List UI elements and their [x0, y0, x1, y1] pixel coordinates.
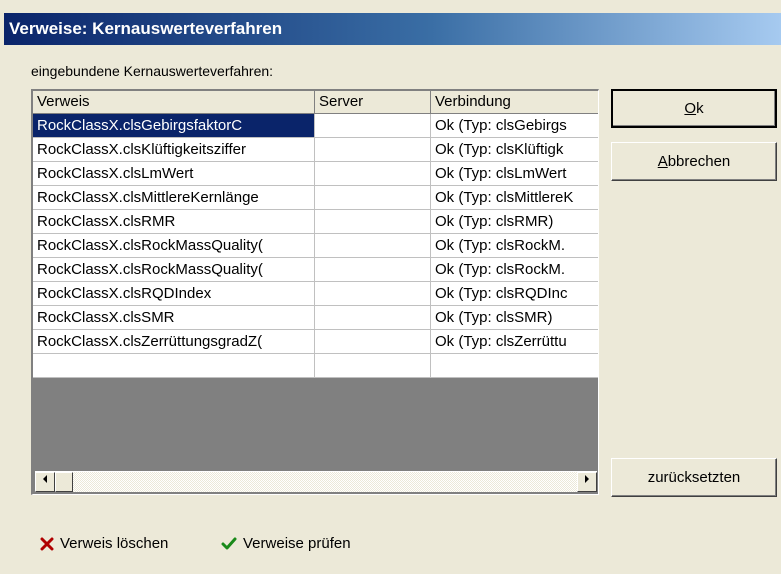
cell-verweis[interactable]: RockClassX.clsRQDIndex [33, 282, 315, 305]
column-header-verbindung[interactable]: Verbindung [431, 91, 598, 114]
check-references-tool[interactable]: Verweise prüfen [221, 533, 351, 555]
table-row[interactable]: RockClassX.clsLmWert Ok (Typ: clsLmWert [33, 162, 598, 186]
cell-verweis[interactable]: RockClassX.clsZerrüttungsgradZ( [33, 330, 315, 353]
check-references-label: Verweise prüfen [243, 535, 351, 552]
ok-button[interactable]: Ok [611, 89, 777, 128]
cell-verbindung[interactable]: Ok (Typ: clsRMR) [431, 210, 598, 233]
cell-verbindung[interactable]: Ok (Typ: clsMittlereK [431, 186, 598, 209]
scroll-right-button[interactable] [577, 472, 597, 492]
table-row[interactable]: RockClassX.clsKlüftigkeitsziffer Ok (Typ… [33, 138, 598, 162]
reference-grid[interactable]: Verweis Server Verbindung RockClassX.cls… [31, 89, 599, 495]
arrow-left-icon [43, 475, 47, 483]
delete-x-icon [40, 537, 54, 551]
cell-verweis[interactable]: RockClassX.clsKlüftigkeitsziffer [33, 138, 315, 161]
cell-verweis[interactable]: RockClassX.clsRMR [33, 210, 315, 233]
grid-rows: RockClassX.clsGebirgsfaktorC Ok (Typ: cl… [33, 114, 598, 378]
table-row[interactable]: RockClassX.clsSMR Ok (Typ: clsSMR) [33, 306, 598, 330]
cell-verweis[interactable]: RockClassX.clsLmWert [33, 162, 315, 185]
table-row[interactable]: RockClassX.clsZerrüttungsgradZ( Ok (Typ:… [33, 330, 598, 354]
cell-verbindung[interactable]: Ok (Typ: clsGebirgs [431, 114, 598, 137]
cell-verbindung[interactable]: Ok (Typ: clsLmWert [431, 162, 598, 185]
table-row[interactable]: RockClassX.clsRMR Ok (Typ: clsRMR) [33, 210, 598, 234]
cell-verweis[interactable]: RockClassX.clsRockMassQuality( [33, 258, 315, 281]
cell-verbindung[interactable]: Ok (Typ: clsRQDInc [431, 282, 598, 305]
grid-caption: eingebundene Kernauswerteverfahren: [31, 63, 274, 79]
cancel-button[interactable]: Abbrechen [611, 142, 777, 181]
table-row[interactable]: RockClassX.clsRockMassQuality( Ok (Typ: … [33, 258, 598, 282]
table-row-empty[interactable] [33, 354, 598, 378]
cell-server[interactable] [315, 258, 431, 281]
table-row[interactable]: RockClassX.clsMittlereKernlänge Ok (Typ:… [33, 186, 598, 210]
cell-verweis[interactable]: RockClassX.clsSMR [33, 306, 315, 329]
checkmark-icon [221, 537, 237, 550]
reset-button[interactable]: zurücksetzten [611, 458, 777, 497]
cell-server[interactable] [315, 138, 431, 161]
cell-server[interactable] [315, 330, 431, 353]
delete-reference-label: Verweis löschen [60, 535, 169, 552]
cell-verbindung[interactable]: Ok (Typ: clsRockM. [431, 258, 598, 281]
window-title: Verweise: Kernauswerteverfahren [4, 13, 781, 45]
cell-verbindung[interactable] [431, 354, 598, 377]
table-row[interactable]: RockClassX.clsRockMassQuality( Ok (Typ: … [33, 234, 598, 258]
cell-server[interactable] [315, 354, 431, 377]
column-header-server[interactable]: Server [315, 91, 431, 114]
scroll-thumb[interactable] [55, 472, 73, 492]
cell-verbindung[interactable]: Ok (Typ: clsZerrüttu [431, 330, 598, 353]
cell-verweis[interactable]: RockClassX.clsMittlereKernlänge [33, 186, 315, 209]
cell-server[interactable] [315, 114, 431, 137]
cell-verweis[interactable]: RockClassX.clsGebirgsfaktorC [33, 114, 315, 137]
table-row[interactable]: RockClassX.clsGebirgsfaktorC Ok (Typ: cl… [33, 114, 598, 138]
cell-verweis[interactable]: RockClassX.clsRockMassQuality( [33, 234, 315, 257]
table-row[interactable]: RockClassX.clsRQDIndex Ok (Typ: clsRQDIn… [33, 282, 598, 306]
arrow-right-icon [585, 475, 589, 483]
cell-server[interactable] [315, 210, 431, 233]
cell-verbindung[interactable]: Ok (Typ: clsKlüftigk [431, 138, 598, 161]
delete-reference-tool[interactable]: Verweis löschen [40, 533, 168, 555]
scroll-left-button[interactable] [35, 472, 55, 492]
column-header-verweis[interactable]: Verweis [33, 91, 315, 114]
horizontal-scrollbar[interactable] [35, 471, 597, 492]
cell-verbindung[interactable]: Ok (Typ: clsSMR) [431, 306, 598, 329]
cell-server[interactable] [315, 282, 431, 305]
cell-server[interactable] [315, 234, 431, 257]
cell-verbindung[interactable]: Ok (Typ: clsRockM. [431, 234, 598, 257]
scroll-track[interactable] [73, 472, 577, 492]
cell-server[interactable] [315, 186, 431, 209]
cell-verweis[interactable] [33, 354, 315, 377]
cell-server[interactable] [315, 162, 431, 185]
cell-server[interactable] [315, 306, 431, 329]
